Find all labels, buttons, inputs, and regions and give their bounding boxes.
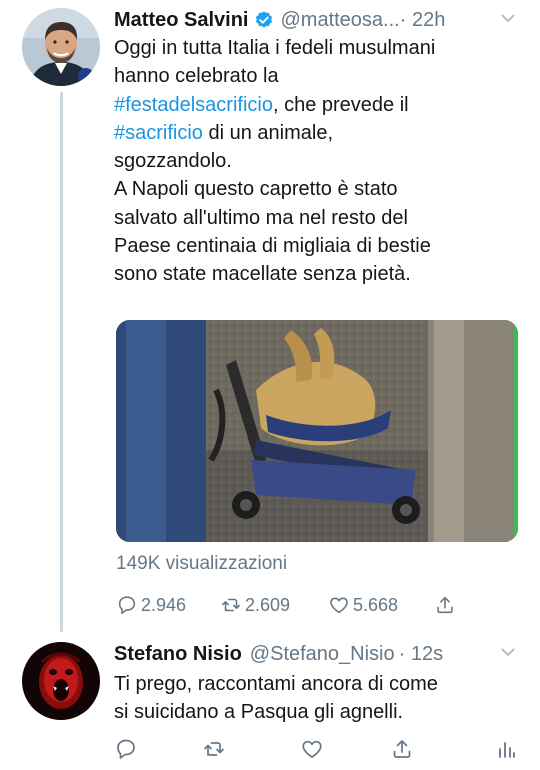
tweet-text-line: Oggi in tutta Italia i fedeli musulmani [114,34,528,62]
like-icon[interactable] [300,737,324,761]
tweet-text-segment: hanno celebrato la [114,65,279,88]
reply-button[interactable]: 2.946 [116,590,186,620]
retweet-icon [220,594,245,616]
tweet-text-line: hanno celebrato la [114,62,528,90]
tweet-text-line: Ti prego, raccontami ancora di come [114,670,530,698]
tweet-text: Oggi in tutta Italia i fedeli musulmani h… [114,34,528,289]
tweet-header: Stefano Nisio @Stefano_Nisio · 12s [114,638,524,670]
tweet-text-segment: sgozzandolo. [114,150,232,173]
avatar-nisio[interactable] [22,642,100,720]
author-handle[interactable]: @matteosa... [280,9,399,32]
like-count: 5.668 [353,594,399,615]
tweet-text-segment: , che prevede il [272,93,409,116]
retweet-icon[interactable] [202,737,226,761]
tweet-time[interactable]: · 22h [400,9,446,32]
retweet-button[interactable]: 2.609 [220,590,290,620]
hashtag-link[interactable]: #festadelsacrificio [114,94,273,116]
share-icon [434,594,459,616]
tweet-text-line: si suicidano a Pasqua gli agnelli. [114,698,530,726]
like-icon [328,594,353,616]
share-icon[interactable] [390,737,414,761]
reply-icon[interactable] [114,737,138,761]
tweet-actions: 2.946 2.609 5.668 [116,590,466,620]
tweet-text-line: sgozzandolo. [114,147,528,175]
tweet-text-segment: Paese centinaia di migliaia di bestie [114,235,431,258]
tweet-text: Ti prego, raccontami ancora di come si su… [114,670,530,727]
avatar-salvini[interactable] [22,8,100,86]
tweet-text-segment: Ti prego, raccontami ancora di come [114,673,438,695]
chevron-down-icon[interactable] [500,10,516,26]
like-button[interactable]: 5.668 [328,590,398,620]
retweet-count: 2.609 [245,594,291,615]
tweet-text-segment: A Napoli questo capretto è stato [114,178,398,201]
reply-count: 2.946 [141,594,187,615]
tweet-nisio[interactable]: Stefano Nisio @Stefano_Nisio · 12s Ti pr… [0,632,540,770]
chevron-down-icon[interactable] [500,644,516,660]
tweet-text-line: A Napoli questo capretto è stato [114,175,528,203]
tweet-text-line: sono state macellate senza pietà. [114,260,528,288]
tweet-text-segment: sono state macellate senza pietà. [114,263,411,286]
avatar-salvini-image [22,8,100,86]
tweet-header: Matteo Salvini @matteosa... · 22h [114,4,524,36]
tweet-video[interactable] [116,320,518,542]
tweet-text-segment: di un animale, [202,121,333,144]
author-name[interactable]: Stefano Nisio [114,643,242,666]
verified-badge-icon [254,10,274,30]
avatar-nisio-image [22,642,100,720]
tweet-text-line: #festadelsacrificio, che prevede il [114,91,528,119]
author-name[interactable]: Matteo Salvini [114,9,248,32]
view-count: 149K visualizzazioni [116,553,288,574]
tweet-text-line: #sacrificio di un animale, [114,119,528,147]
share-button[interactable] [434,590,459,620]
video-thumbnail-image [116,320,518,542]
tweet-text-line: Paese centinaia di migliaia di bestie [114,232,528,260]
analytics-icon[interactable] [494,737,518,761]
tweet-salvini[interactable]: Matteo Salvini @matteosa... · 22h Oggi i… [0,0,540,632]
tweet-actions [110,737,520,767]
reply-icon [116,594,141,616]
tweet-text-segment: Oggi in tutta Italia i fedeli musulmani [114,37,436,59]
tweet-text-line: salvato all'ultimo ma nel resto del [114,204,528,232]
tweet-text-segment: si suicidano a Pasqua gli agnelli. [114,701,404,724]
tweet-time[interactable]: · 12s [399,643,443,666]
thread-line [60,92,63,632]
tweet-text-segment: salvato all'ultimo ma nel resto del [114,206,408,229]
hashtag-link[interactable]: #sacrificio [114,122,203,144]
author-handle[interactable]: @Stefano_Nisio [250,643,395,666]
